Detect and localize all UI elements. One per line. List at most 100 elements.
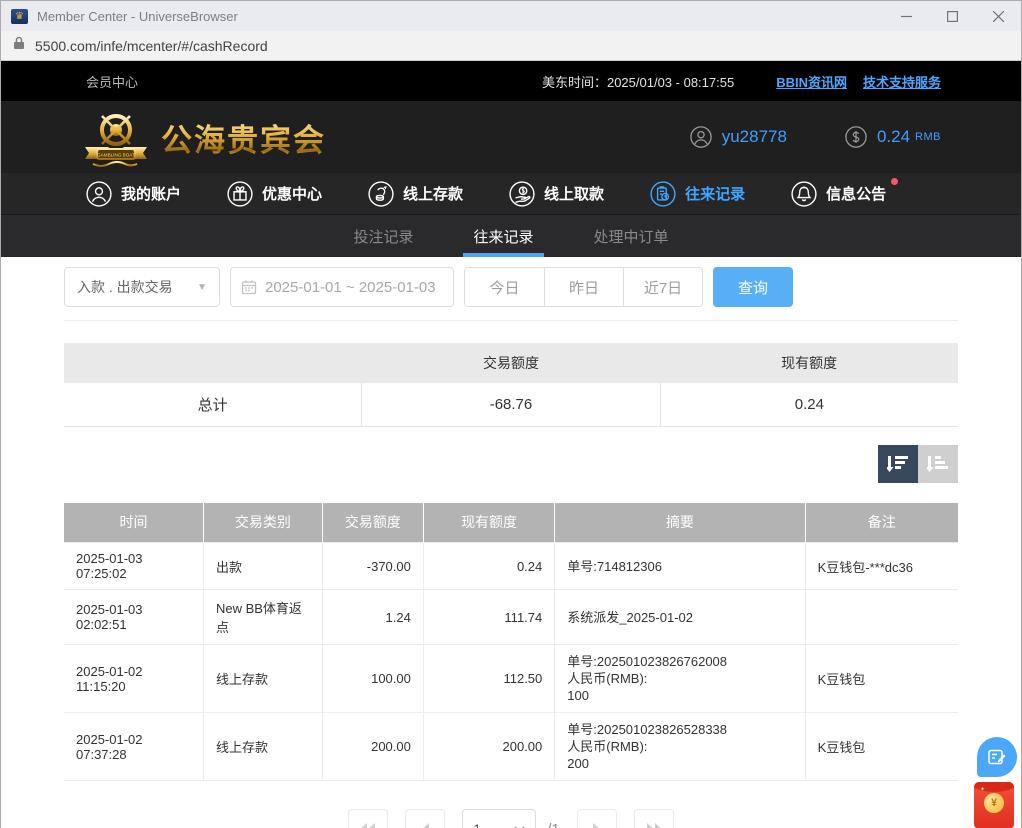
nav-label: 优惠中心: [262, 183, 322, 204]
summary-header-balance: 现有额度: [660, 343, 958, 383]
nav-label: 信息公告: [826, 183, 886, 204]
cell-time: 2025-01-02 07:37:28: [64, 713, 203, 781]
cell-time: 2025-01-03 02:02:51: [64, 590, 203, 645]
top-info-bar: 会员中心 美东时间：2025/01/03 - 08:17:55 BBIN资讯网 …: [1, 61, 1021, 101]
nav-item-promotions[interactable]: 优惠中心: [227, 181, 322, 207]
nav-label: 我的账户: [121, 183, 181, 204]
last7days-button[interactable]: 近7日: [623, 268, 702, 306]
col-type: 交易类别: [203, 503, 322, 543]
maximize-button[interactable]: [929, 1, 975, 31]
cell-type: 线上存款: [203, 713, 322, 781]
lock-icon: [13, 36, 25, 55]
edit-note-icon: [987, 747, 1007, 767]
cell-amount: 200.00: [322, 713, 423, 781]
balance-info[interactable]: 0.24 RMB: [845, 126, 941, 148]
cell-summary: 单号:202501023826762008 人民币(RMB): 100: [555, 645, 805, 713]
us-eastern-time: 美东时间：2025/01/03 - 08:17:55: [542, 72, 734, 91]
summary-total-row: 总计 -68.76 0.24: [64, 383, 958, 426]
last-page-button[interactable]: [634, 809, 674, 828]
cell-amount: -370.00: [322, 543, 423, 590]
balance-amount: 0.24: [877, 127, 910, 147]
right-arrow-icon: [592, 823, 601, 828]
records-icon: [650, 181, 676, 207]
nav-label: 往来记录: [685, 183, 745, 204]
divider: [64, 320, 958, 321]
nav-item-announcements[interactable]: 信息公告: [791, 181, 886, 207]
previous-page-button[interactable]: [405, 809, 445, 828]
date-range-value: 2025-01-01 ~ 2025-01-03: [265, 279, 436, 296]
cell-type: New BB体育返点: [203, 590, 322, 645]
red-envelope-button[interactable]: ✦ ¥: [974, 782, 1014, 828]
ship-wheel-icon: GAMBLING BOAT: [79, 106, 153, 168]
sort-ascending-button[interactable]: [918, 445, 958, 483]
address-bar[interactable]: 5500.com/infe/mcenter/#/cashRecord: [1, 31, 1021, 61]
col-amount: 交易额度: [322, 503, 423, 543]
currency-label: RMB: [915, 131, 941, 143]
today-button[interactable]: 今日: [465, 268, 544, 306]
cell-note: K豆钱包: [805, 713, 958, 781]
pagination: 1 /1: [64, 809, 958, 828]
tab-bet-records[interactable]: 投注记录: [349, 215, 417, 257]
site-logo[interactable]: GAMBLING BOAT 公海贵宾会: [79, 106, 690, 168]
notification-dot: [891, 178, 898, 185]
close-button[interactable]: [975, 1, 1021, 31]
record-subtabs: 投注记录 往来记录 处理中订单: [1, 215, 1021, 257]
yesterday-button[interactable]: 昨日: [544, 268, 623, 306]
page-total: /1: [547, 821, 560, 828]
double-left-arrow-icon: [360, 823, 376, 828]
site-header: GAMBLING BOAT 公海贵宾会 yu28778 0.24 RMB: [1, 101, 1021, 173]
transaction-type-select[interactable]: 入款 . 出款交易 ▼: [64, 267, 220, 307]
type-select-value: 入款 . 出款交易: [77, 277, 173, 297]
first-page-button[interactable]: [348, 809, 388, 828]
page-select-value: 1: [473, 821, 481, 828]
tab-pending-orders[interactable]: 处理中订单: [590, 215, 673, 257]
next-page-button[interactable]: [577, 809, 617, 828]
customer-service-button[interactable]: [977, 737, 1017, 777]
sort-descending-button[interactable]: [878, 445, 918, 483]
page-select[interactable]: 1: [462, 809, 536, 828]
bbin-news-link[interactable]: BBIN资讯网: [776, 72, 847, 91]
calendar-icon: [241, 279, 257, 295]
tech-support-link[interactable]: 技术支持服务: [863, 72, 941, 91]
browser-window: ♛ Member Center - UniverseBrowser 5500.c…: [0, 0, 1022, 828]
nav-item-withdraw[interactable]: 线上取款: [509, 181, 604, 207]
cell-balance: 0.24: [423, 543, 554, 590]
summary-table: 交易额度 现有额度 总计 -68.76 0.24: [64, 343, 958, 427]
cell-type: 出款: [203, 543, 322, 590]
nav-item-transaction-records[interactable]: 往来记录: [650, 181, 745, 207]
cell-balance: 112.50: [423, 645, 554, 713]
col-time: 时间: [64, 503, 203, 543]
table-row: 2025-01-03 02:02:51 New BB体育返点 1.24 111.…: [64, 590, 958, 645]
cell-balance: 200.00: [423, 713, 554, 781]
account-info[interactable]: yu28778: [690, 126, 787, 148]
tab-transaction-records[interactable]: 往来记录: [469, 215, 537, 257]
sort-asc-icon: [927, 454, 949, 474]
quick-date-group: 今日 昨日 近7日: [464, 267, 703, 307]
bell-icon: [791, 181, 817, 207]
cell-time: 2025-01-03 07:25:02: [64, 543, 203, 590]
url-text: 5500.com/infe/mcenter/#/cashRecord: [35, 38, 268, 54]
double-right-arrow-icon: [646, 823, 662, 828]
deposit-icon: [368, 181, 394, 207]
cell-balance: 111.74: [423, 590, 554, 645]
cell-time: 2025-01-02 11:15:20: [64, 645, 203, 713]
gift-icon: [227, 181, 253, 207]
filter-row: 入款 . 出款交易 ▼ 2025-01-01 ~ 2025-01-03 今日 昨…: [64, 267, 958, 307]
main-nav: 我的账户 优惠中心 线上存款 线上取款 往来记录 信息公告: [1, 173, 1021, 215]
logo-text: 公海贵宾会: [161, 115, 326, 160]
username: yu28778: [722, 127, 787, 147]
table-row: 2025-01-02 11:15:20 线上存款 100.00 112.50 单…: [64, 645, 958, 713]
summary-total-balance: 0.24: [660, 383, 958, 426]
records-table: 时间 交易类别 交易额度 现有额度 摘要 备注 2025-01-03 07:25…: [64, 503, 958, 782]
left-arrow-icon: [421, 823, 430, 828]
cell-summary: 系统派发_2025-01-02: [555, 590, 805, 645]
minimize-button[interactable]: [883, 1, 929, 31]
nav-item-deposit[interactable]: 线上存款: [368, 181, 463, 207]
dollar-icon: [845, 126, 867, 148]
browser-app-icon: ♛: [11, 9, 28, 24]
query-button[interactable]: 查询: [713, 267, 793, 307]
nav-item-my-account[interactable]: 我的账户: [86, 181, 181, 207]
date-range-input[interactable]: 2025-01-01 ~ 2025-01-03: [230, 267, 454, 307]
cell-note: K豆钱包-***dc36: [805, 543, 958, 590]
cell-note: K豆钱包: [805, 645, 958, 713]
